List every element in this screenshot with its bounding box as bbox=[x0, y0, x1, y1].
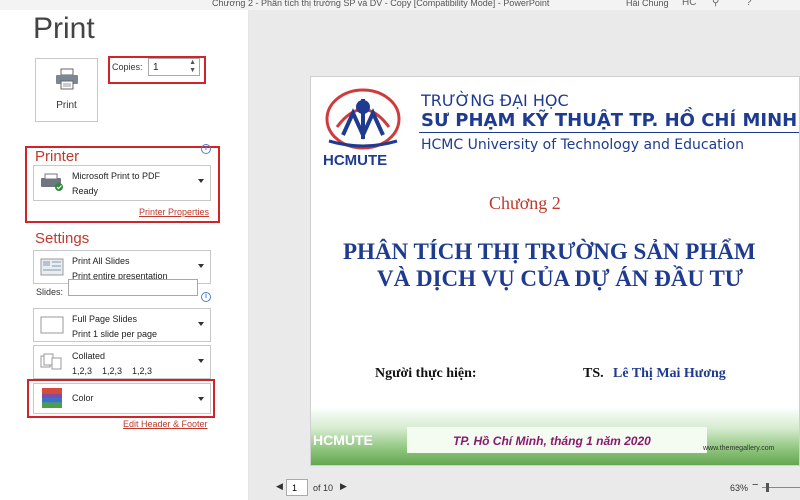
next-page-icon[interactable]: ▶ bbox=[340, 481, 347, 492]
zoom-level: 63% bbox=[730, 483, 749, 493]
chevron-down-icon bbox=[198, 179, 204, 183]
prev-page-icon[interactable]: ◀ bbox=[276, 481, 283, 492]
footer-logo-text: HCMUTE bbox=[313, 432, 373, 448]
color-dropdown[interactable]: Color bbox=[33, 383, 211, 414]
zoom-out-icon[interactable]: − bbox=[752, 479, 758, 491]
slide-heading-line2: VÀ DỊCH VỤ CỦA DỰ ÁN ĐẦU TƯ bbox=[377, 266, 744, 291]
copies-value: 1 bbox=[153, 62, 159, 73]
university-line3: HCMC University of Technology and Educat… bbox=[421, 137, 744, 153]
collation-dropdown[interactable]: Collated 1,2,3 1,2,3 1,2,3 bbox=[33, 345, 211, 379]
copies-label: Copies: bbox=[112, 62, 143, 72]
user-initials[interactable]: HC bbox=[682, 0, 696, 8]
chapter-label: Chương 2 bbox=[489, 193, 561, 213]
chevron-down-icon bbox=[198, 359, 204, 363]
printer-icon bbox=[56, 68, 78, 90]
print-button[interactable]: Print bbox=[35, 58, 98, 122]
edit-header-footer-link[interactable]: Edit Header & Footer bbox=[123, 419, 208, 429]
settings-heading: Settings bbox=[35, 230, 90, 247]
printer-name: Microsoft Print to PDF bbox=[72, 171, 161, 181]
color-label: Color bbox=[72, 393, 94, 403]
printer-properties-link[interactable]: Printer Properties bbox=[139, 207, 209, 217]
user-name[interactable]: Hải Chung bbox=[626, 0, 669, 8]
print-range-label: Print All Slides bbox=[72, 256, 130, 266]
chevron-down-icon bbox=[198, 397, 204, 401]
info-icon[interactable]: i bbox=[201, 292, 211, 302]
all-slides-icon bbox=[40, 258, 64, 276]
printer-heading: Printer bbox=[35, 148, 80, 165]
university-line2: SƯ PHẠM KỸ THUẬT TP. HỒ CHÍ MINH bbox=[421, 110, 798, 131]
page-title: Print bbox=[33, 12, 95, 45]
chevron-down-icon bbox=[198, 264, 204, 268]
watermark-text: www.themegallery.com bbox=[703, 445, 775, 452]
print-button-label: Print bbox=[56, 100, 77, 111]
share-icon[interactable]: ⚲ bbox=[712, 0, 719, 8]
collation-label: Collated bbox=[72, 351, 106, 361]
chevron-down-icon bbox=[198, 322, 204, 326]
info-icon[interactable]: i bbox=[201, 144, 211, 154]
printer-ready-icon bbox=[41, 173, 63, 191]
author-name: Lê Thị Mai Hương bbox=[613, 366, 726, 381]
page-number-input[interactable]: 1 bbox=[286, 479, 308, 496]
layout-desc: Print 1 slide per page bbox=[72, 329, 158, 339]
university-line1: TRƯỜNG ĐẠI HỌC bbox=[421, 91, 569, 110]
collation-desc: 1,2,3 1,2,3 1,2,3 bbox=[72, 366, 153, 376]
university-divider bbox=[419, 132, 799, 133]
author-label: Người thực hiện: bbox=[375, 366, 477, 381]
slides-input[interactable] bbox=[68, 279, 198, 296]
layout-label: Full Page Slides bbox=[72, 314, 138, 324]
title-bar: Chương 2 - Phân tích thị trường SP và DV… bbox=[0, 0, 800, 10]
copies-input[interactable]: 1 ▲ ▼ bbox=[148, 58, 200, 76]
window-title: Chương 2 - Phân tích thị trường SP và DV… bbox=[212, 0, 550, 8]
copies-spinner[interactable]: ▲ ▼ bbox=[189, 59, 196, 75]
color-icon bbox=[42, 388, 62, 408]
slides-label: Slides: bbox=[36, 287, 64, 297]
help-icon[interactable]: ? bbox=[746, 0, 752, 8]
author-title: TS. bbox=[583, 366, 604, 381]
layout-dropdown[interactable]: Full Page Slides Print 1 slide per page bbox=[33, 308, 211, 342]
logo-text: HCMUTE bbox=[323, 152, 388, 169]
page-count: of 10 bbox=[313, 483, 334, 493]
slide-date: TP. Hồ Chí Minh, tháng 1 năm 2020 bbox=[453, 434, 651, 448]
full-page-slide-icon bbox=[40, 316, 64, 334]
hcmute-logo bbox=[325, 88, 401, 150]
slide-heading-line1: PHÂN TÍCH THỊ TRƯỜNG SẢN PHẨM bbox=[343, 239, 756, 264]
printer-status: Ready bbox=[72, 186, 99, 196]
printer-dropdown[interactable]: Microsoft Print to PDF Ready bbox=[33, 165, 211, 201]
zoom-slider-thumb[interactable] bbox=[766, 483, 769, 492]
slide-preview: HCMUTE TRƯỜNG ĐẠI HỌC SƯ PHẠM KỸ THUẬT T… bbox=[310, 76, 800, 466]
collated-icon bbox=[40, 353, 62, 370]
